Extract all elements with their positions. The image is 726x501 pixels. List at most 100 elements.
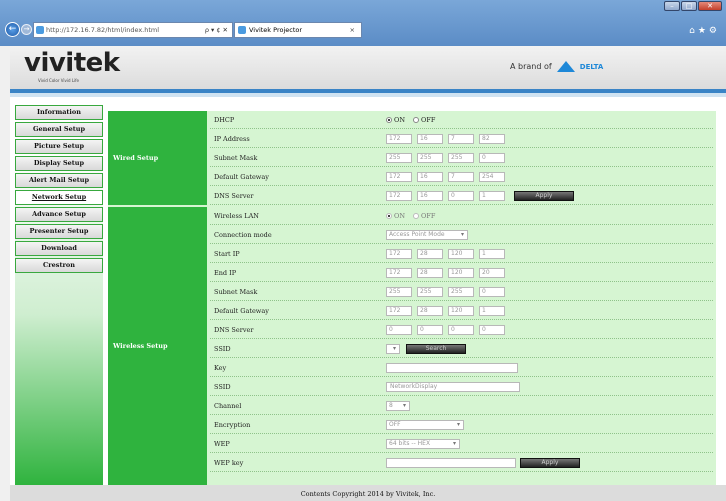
sidebar-item-alert-mail-setup[interactable]: Alert Mail Setup: [15, 173, 103, 188]
wep-select[interactable]: 64 bits -- HEX ▾: [386, 438, 460, 449]
channel-value: 8: [389, 401, 393, 409]
chevron-down-icon: ▾: [456, 420, 460, 428]
wlan-on-radio[interactable]: [386, 212, 392, 219]
search-button[interactable]: Search: [406, 343, 466, 354]
wireless-apply-button[interactable]: Apply: [520, 457, 580, 468]
encryption-row: Encryption OFF ▾: [210, 416, 713, 434]
dns-server-row: DNS Server 172 16 0 1 Apply: [210, 187, 713, 205]
connection-mode-value: Access Point Mode: [389, 230, 445, 238]
ssid-search-row: SSID ▾ Search: [210, 340, 713, 358]
wep-key-input[interactable]: [386, 457, 516, 468]
ssid-input[interactable]: NetworkDisplay: [386, 381, 520, 392]
ip-octet-1[interactable]: 172: [386, 133, 412, 144]
network-setup-panel: Wired Setup Wireless Setup DHCP ON OFF I…: [108, 111, 716, 485]
brand-prefix: A brand of: [510, 62, 552, 71]
sidebar-item-download[interactable]: Download: [15, 241, 103, 256]
minimize-button[interactable]: –: [664, 1, 680, 11]
channel-row: Channel 8 ▾: [210, 397, 713, 415]
end-ip-octet-3[interactable]: 120: [448, 267, 474, 278]
start-ip-row: Start IP 172 28 120 1: [210, 245, 713, 263]
wgw-octet-2[interactable]: 28: [417, 305, 443, 316]
header-stripe-light: [10, 93, 726, 97]
ssid-select[interactable]: ▾: [386, 343, 400, 354]
wdns-octet-4[interactable]: 0: [479, 324, 505, 335]
gateway-octet-1[interactable]: 172: [386, 171, 412, 182]
brand-name: DELTA: [579, 63, 604, 71]
logo-tagline: Vivid Color Vivid Life: [38, 78, 80, 83]
wmask-octet-2[interactable]: 255: [417, 286, 443, 297]
sidebar-nav: Information General Setup Picture Setup …: [15, 105, 103, 485]
encryption-select[interactable]: OFF ▾: [386, 419, 464, 430]
mask-octet-1[interactable]: 255: [386, 152, 412, 163]
wgw-octet-4[interactable]: 1: [479, 305, 505, 316]
dhcp-label: DHCP: [214, 115, 235, 124]
wireless-setup-header: Wireless Setup: [108, 207, 207, 485]
dhcp-on-radio[interactable]: [386, 116, 392, 123]
end-ip-octet-1[interactable]: 172: [386, 267, 412, 278]
dns-octet-3[interactable]: 0: [448, 190, 474, 201]
forward-arrow-icon[interactable]: →: [21, 24, 32, 35]
wdns-octet-1[interactable]: 0: [386, 324, 412, 335]
key-input[interactable]: [386, 362, 518, 373]
start-ip-octet-2[interactable]: 28: [417, 248, 443, 259]
wlan-off-radio[interactable]: [413, 212, 420, 219]
chevron-down-icon: ▾: [452, 439, 456, 447]
browser-tab[interactable]: Vivitek Projector ×: [234, 22, 362, 38]
ip-octet-3[interactable]: 7: [448, 133, 474, 144]
gateway-octet-4[interactable]: 254: [479, 171, 505, 182]
dns-octet-1[interactable]: 172: [386, 190, 412, 201]
wmask-octet-1[interactable]: 255: [386, 286, 412, 297]
subnet-mask-row: Subnet Mask 255 255 255 0: [210, 149, 713, 167]
sidebar-item-general-setup[interactable]: General Setup: [15, 122, 103, 137]
address-bar[interactable]: http://172.16.7.82/html/index.html ρ ▾ ¢…: [33, 22, 233, 38]
maximize-button[interactable]: □: [681, 1, 697, 11]
channel-select[interactable]: 8 ▾: [386, 400, 410, 411]
sidebar-item-crestron[interactable]: Crestron: [15, 258, 103, 273]
connection-mode-select[interactable]: Access Point Mode ▾: [386, 229, 468, 240]
dns-octet-4[interactable]: 1: [479, 190, 505, 201]
wgw-octet-1[interactable]: 172: [386, 305, 412, 316]
dns-octet-2[interactable]: 16: [417, 190, 443, 201]
tab-close-icon[interactable]: ×: [350, 23, 355, 37]
wmask-octet-4[interactable]: 0: [479, 286, 505, 297]
tab-title: Vivitek Projector: [249, 26, 303, 34]
wgw-octet-3[interactable]: 120: [448, 305, 474, 316]
dhcp-off-label: OFF: [421, 115, 436, 124]
sidebar-item-advance-setup[interactable]: Advance Setup: [15, 207, 103, 222]
wdns-octet-3[interactable]: 0: [448, 324, 474, 335]
end-ip-octet-4[interactable]: 20: [479, 267, 505, 278]
subnet-mask-label: Subnet Mask: [214, 153, 258, 162]
wired-apply-button[interactable]: Apply: [514, 190, 574, 201]
mask-octet-3[interactable]: 255: [448, 152, 474, 163]
wep-value: 64 bits -- HEX: [389, 439, 431, 447]
address-controls[interactable]: ρ ▾ ¢ ✕: [205, 23, 228, 37]
home-star-gear-icons[interactable]: ⌂★⚙: [689, 26, 720, 36]
footer-copyright: Contents Copyright 2014 by Vivitek, Inc.: [10, 485, 726, 501]
wmask-octet-3[interactable]: 255: [448, 286, 474, 297]
gateway-octet-3[interactable]: 7: [448, 171, 474, 182]
ip-octet-4[interactable]: 82: [479, 133, 505, 144]
wireless-gateway-row: Default Gateway 172 28 120 1: [210, 302, 713, 320]
close-window-button[interactable]: ✕: [698, 1, 722, 11]
web-page: vivitek Vivid Color Vivid Life A brand o…: [10, 46, 726, 501]
sidebar-item-information[interactable]: Information: [15, 105, 103, 120]
dhcp-off-radio[interactable]: [413, 116, 420, 123]
mask-octet-4[interactable]: 0: [479, 152, 505, 163]
mask-octet-2[interactable]: 255: [417, 152, 443, 163]
ip-octet-2[interactable]: 16: [417, 133, 443, 144]
key-row: Key: [210, 359, 713, 377]
wdns-octet-2[interactable]: 0: [417, 324, 443, 335]
start-ip-label: Start IP: [214, 249, 240, 258]
sidebar-item-display-setup[interactable]: Display Setup: [15, 156, 103, 171]
gateway-octet-2[interactable]: 16: [417, 171, 443, 182]
start-ip-octet-3[interactable]: 120: [448, 248, 474, 259]
sidebar-item-presenter-setup[interactable]: Presenter Setup: [15, 224, 103, 239]
start-ip-octet-1[interactable]: 172: [386, 248, 412, 259]
sidebar-item-picture-setup[interactable]: Picture Setup: [15, 139, 103, 154]
brand-of: A brand of DELTA: [510, 61, 603, 72]
sidebar-item-network-setup[interactable]: Network Setup: [15, 190, 103, 205]
start-ip-octet-4[interactable]: 1: [479, 248, 505, 259]
wlan-on-label: ON: [394, 211, 406, 220]
end-ip-octet-2[interactable]: 28: [417, 267, 443, 278]
back-arrow-icon[interactable]: ←: [5, 22, 20, 37]
